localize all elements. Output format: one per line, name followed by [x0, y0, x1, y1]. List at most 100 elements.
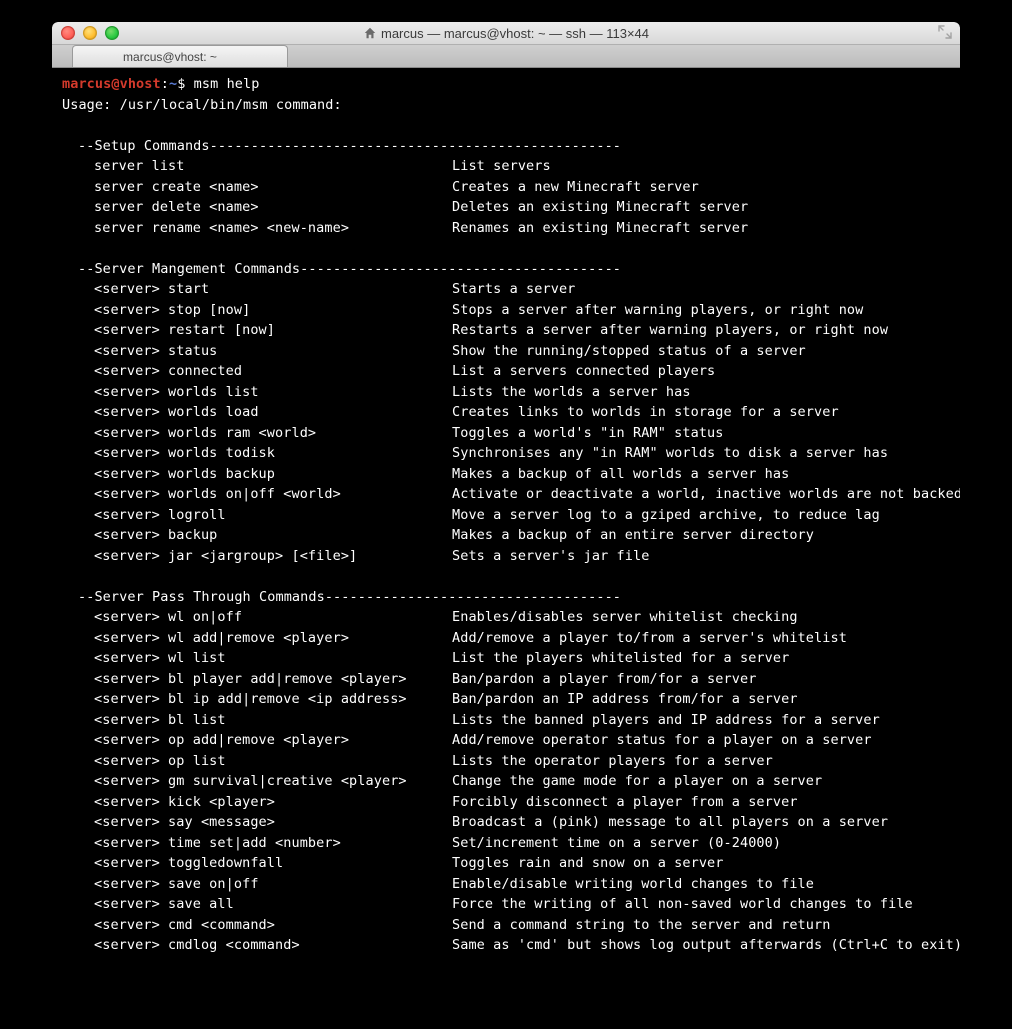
help-description: Same as 'cmd' but shows log output after…: [452, 935, 960, 956]
help-row: <server> save on|offEnable/disable writi…: [62, 874, 950, 895]
titlebar: marcus — marcus@vhost: ~ — ssh — 113×44: [52, 22, 960, 45]
help-command: <server> gm survival|creative <player>: [62, 771, 452, 792]
help-row: <server> worlds todiskSynchronises any "…: [62, 443, 950, 464]
help-description: Add/remove operator status for a player …: [452, 730, 872, 751]
help-description: Ban/pardon an IP address from/for a serv…: [452, 689, 798, 710]
section-header: --Server Mangement Commands-------------…: [62, 259, 950, 280]
help-description: Makes a backup of an entire server direc…: [452, 525, 814, 546]
help-row: <server> worlds loadCreates links to wor…: [62, 402, 950, 423]
help-row: server rename <name> <new-name>Renames a…: [62, 218, 950, 239]
help-command: <server> wl on|off: [62, 607, 452, 628]
prompt-line: marcus@vhost:~$ msm help: [62, 74, 950, 95]
help-description: Forcibly disconnect a player from a serv…: [452, 792, 798, 813]
help-row: <server> op listLists the operator playe…: [62, 751, 950, 772]
help-command: <server> cmdlog <command>: [62, 935, 452, 956]
help-row: <server> bl ip add|remove <ip address>Ba…: [62, 689, 950, 710]
help-description: Show the running/stopped status of a ser…: [452, 341, 806, 362]
help-row: server create <name>Creates a new Minecr…: [62, 177, 950, 198]
tab-active[interactable]: marcus@vhost: ~: [72, 45, 288, 67]
help-description: Add/remove a player to/from a server's w…: [452, 628, 847, 649]
prompt-user: marcus@vhost: [62, 76, 161, 92]
help-row: <server> worlds ram <world>Toggles a wor…: [62, 423, 950, 444]
traffic-lights: [52, 26, 119, 40]
help-row: <server> restart [now]Restarts a server …: [62, 320, 950, 341]
help-row: <server> toggledownfallToggles rain and …: [62, 853, 950, 874]
section-header: --Setup Commands------------------------…: [62, 136, 950, 157]
help-row: <server> wl add|remove <player>Add/remov…: [62, 628, 950, 649]
help-command: <server> bl player add|remove <player>: [62, 669, 452, 690]
typed-command: msm help: [194, 76, 260, 92]
help-description: Restarts a server after warning players,…: [452, 320, 888, 341]
help-description: Enables/disables server whitelist checki…: [452, 607, 798, 628]
help-command: <server> worlds ram <world>: [62, 423, 452, 444]
help-command: <server> op add|remove <player>: [62, 730, 452, 751]
help-command: <server> connected: [62, 361, 452, 382]
help-row: <server> connectedList a servers connect…: [62, 361, 950, 382]
help-row: <server> bl player add|remove <player>Ba…: [62, 669, 950, 690]
help-row: <server> worlds backupMakes a backup of …: [62, 464, 950, 485]
help-description: List servers: [452, 156, 551, 177]
help-row: server listList servers: [62, 156, 950, 177]
help-description: Creates a new Minecraft server: [452, 177, 699, 198]
prompt-path: ~: [169, 76, 177, 92]
help-command: <server> stop [now]: [62, 300, 452, 321]
help-description: Starts a server: [452, 279, 575, 300]
help-row: <server> worlds on|off <world>Activate o…: [62, 484, 950, 505]
terminal-output[interactable]: marcus@vhost:~$ msm helpUsage: /usr/loca…: [52, 68, 960, 966]
help-command: <server> wl list: [62, 648, 452, 669]
help-description: Sets a server's jar file: [452, 546, 649, 567]
help-row: <server> wl on|offEnables/disables serve…: [62, 607, 950, 628]
help-command: <server> start: [62, 279, 452, 300]
help-description: Creates links to worlds in storage for a…: [452, 402, 839, 423]
help-command: <server> say <message>: [62, 812, 452, 833]
help-command: <server> toggledownfall: [62, 853, 452, 874]
home-icon: [363, 26, 377, 40]
help-row: <server> logrollMove a server log to a g…: [62, 505, 950, 526]
help-command: <server> cmd <command>: [62, 915, 452, 936]
help-command: <server> status: [62, 341, 452, 362]
help-command: <server> save on|off: [62, 874, 452, 895]
help-command: <server> worlds list: [62, 382, 452, 403]
help-command: <server> restart [now]: [62, 320, 452, 341]
fullscreen-icon[interactable]: [938, 25, 952, 39]
help-row: <server> time set|add <number>Set/increm…: [62, 833, 950, 854]
window-title: marcus — marcus@vhost: ~ — ssh — 113×44: [52, 22, 960, 44]
help-row: <server> backupMakes a backup of an enti…: [62, 525, 950, 546]
help-description: Synchronises any "in RAM" worlds to disk…: [452, 443, 888, 464]
help-row: <server> wl listList the players whiteli…: [62, 648, 950, 669]
usage-line: Usage: /usr/local/bin/msm command:: [62, 95, 950, 116]
help-row: <server> statusShow the running/stopped …: [62, 341, 950, 362]
close-button[interactable]: [61, 26, 75, 40]
help-command: <server> worlds todisk: [62, 443, 452, 464]
help-command: <server> kick <player>: [62, 792, 452, 813]
help-command: <server> jar <jargroup> [<file>]: [62, 546, 452, 567]
help-row: <server> startStarts a server: [62, 279, 950, 300]
tab-label: marcus@vhost: ~: [123, 50, 217, 64]
help-command: server delete <name>: [62, 197, 452, 218]
help-command: <server> backup: [62, 525, 452, 546]
help-row: <server> jar <jargroup> [<file>]Sets a s…: [62, 546, 950, 567]
help-description: Stops a server after warning players, or…: [452, 300, 863, 321]
help-row: <server> cmd <command>Send a command str…: [62, 915, 950, 936]
help-description: Deletes an existing Minecraft server: [452, 197, 748, 218]
help-row: <server> worlds listLists the worlds a s…: [62, 382, 950, 403]
tab-bar: marcus@vhost: ~: [52, 45, 960, 68]
zoom-button[interactable]: [105, 26, 119, 40]
help-row: <server> bl listLists the banned players…: [62, 710, 950, 731]
help-description: Toggles rain and snow on a server: [452, 853, 724, 874]
help-description: Renames an existing Minecraft server: [452, 218, 748, 239]
help-description: Lists the operator players for a server: [452, 751, 773, 772]
help-command: server create <name>: [62, 177, 452, 198]
minimize-button[interactable]: [83, 26, 97, 40]
section-header: --Server Pass Through Commands----------…: [62, 587, 950, 608]
help-command: server rename <name> <new-name>: [62, 218, 452, 239]
help-command: <server> worlds load: [62, 402, 452, 423]
help-description: Force the writing of all non-saved world…: [452, 894, 913, 915]
help-description: Toggles a world's "in RAM" status: [452, 423, 724, 444]
help-description: Move a server log to a gziped archive, t…: [452, 505, 880, 526]
help-description: Lists the banned players and IP address …: [452, 710, 880, 731]
help-description: Send a command string to the server and …: [452, 915, 830, 936]
help-description: Enable/disable writing world changes to …: [452, 874, 814, 895]
help-command: <server> wl add|remove <player>: [62, 628, 452, 649]
help-row: server delete <name>Deletes an existing …: [62, 197, 950, 218]
